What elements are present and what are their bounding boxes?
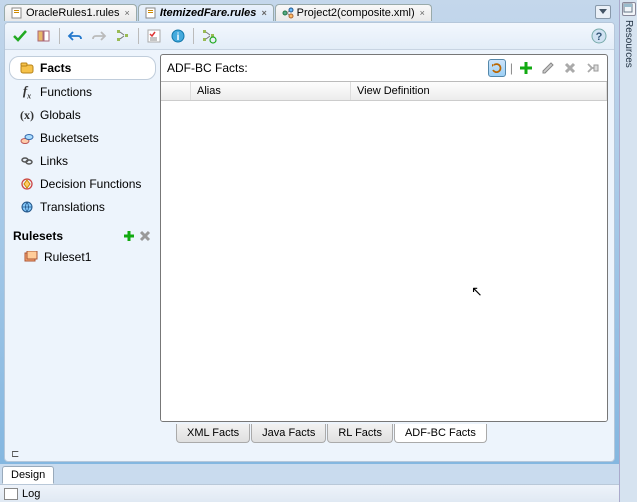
file-tabs: OracleRules1.rules × ItemizedFare.rules … [0,0,619,22]
redo-button[interactable] [90,27,108,45]
svg-text:i: i [177,32,180,43]
restore-dock-button[interactable] [622,2,636,16]
add-fact-button[interactable] [517,59,535,77]
edit-fact-button[interactable] [539,59,557,77]
facts-grid: Alias View Definition ↖ [161,81,607,421]
nav-item-translations[interactable]: Translations [9,196,156,218]
close-icon[interactable]: × [125,8,130,18]
rules-file-icon [145,7,157,19]
translations-icon [19,199,35,215]
ruleset-label: Ruleset1 [44,250,91,264]
nav-item-label: Functions [40,85,92,99]
toolbar-separator [59,28,60,44]
main-area: ADF-BC Facts: | [160,50,614,449]
globals-icon: (x) [19,107,35,123]
ruleset-icon [23,249,39,265]
toolbar-separator [138,28,139,44]
grid-row-handle-column[interactable] [161,82,191,100]
facts-icon [19,60,35,76]
info-button[interactable]: i [169,27,187,45]
mouse-cursor-icon: ↖ [471,283,483,300]
bucketsets-icon [19,130,35,146]
log-bar[interactable]: Log [0,484,619,502]
facts-type-tabs: XML Facts Java Facts RL Facts ADF-BC Fac… [160,424,614,449]
ruleset-item[interactable]: Ruleset1 [9,246,156,268]
nav-item-label: Decision Functions [40,177,141,191]
tab-xml-facts[interactable]: XML Facts [176,424,250,443]
rules-file-icon [11,7,23,19]
tree-button[interactable] [114,27,132,45]
status-indicator: ⊏ [5,449,614,461]
view-tabs: Design [0,464,619,484]
functions-icon: fx [19,84,35,100]
editor-panel: i ? Facts fx Func [4,22,615,462]
toolbar-separator [193,28,194,44]
links-icon [19,153,35,169]
delete-ruleset-button[interactable] [138,229,152,243]
refresh-facts-button[interactable] [488,59,506,77]
file-tab-itemizedfare[interactable]: ItemizedFare.rules × [138,4,274,21]
tab-adfbc-facts[interactable]: ADF-BC Facts [394,424,487,443]
nav-item-facts[interactable]: Facts [9,56,156,80]
validate-button[interactable] [11,27,29,45]
view-tab-design[interactable]: Design [2,466,54,484]
svg-text:?: ? [596,31,603,43]
column-view-definition[interactable]: View Definition [351,82,607,100]
facts-table-frame: ADF-BC Facts: | [160,54,608,422]
nav-item-label: Links [40,154,68,168]
toolbar-separator: | [510,61,513,75]
composite-file-icon [282,7,294,19]
close-icon[interactable]: × [261,8,266,18]
tab-list-dropdown[interactable] [595,5,611,19]
dictionary-button[interactable] [35,27,53,45]
file-tab-label: Project2(composite.xml) [297,7,415,19]
column-alias[interactable]: Alias [191,82,351,100]
file-tab-project2[interactable]: Project2(composite.xml) × [275,4,432,21]
grid-body[interactable]: ↖ [161,101,607,421]
check-list-button[interactable] [145,27,163,45]
nav-item-functions[interactable]: fx Functions [9,81,156,103]
undo-button[interactable] [66,27,84,45]
tab-java-facts[interactable]: Java Facts [251,424,326,443]
log-label: Log [22,488,40,500]
decision-functions-icon [19,176,35,192]
tab-rl-facts[interactable]: RL Facts [327,424,393,443]
refresh-tree-button[interactable] [200,27,218,45]
right-dock: Resources [619,0,637,502]
file-tab-label: ItemizedFare.rules [160,7,257,19]
nav-item-decision-functions[interactable]: Decision Functions [9,173,156,195]
nav-item-label: Bucketsets [40,131,99,145]
nav-item-links[interactable]: Links [9,150,156,172]
rulesets-section-header: Rulesets [9,225,156,245]
close-icon[interactable]: × [420,8,425,18]
editor-toolbar: i ? [5,23,614,50]
add-ruleset-button[interactable] [122,229,136,243]
dock-resources-label[interactable]: Resources [623,20,634,68]
left-nav: Facts fx Functions (x) Globals Bucketset… [5,50,160,449]
delete-fact-button[interactable] [561,59,579,77]
nav-item-label: Globals [40,108,81,122]
nav-item-bucketsets[interactable]: Bucketsets [9,127,156,149]
log-icon [4,488,18,500]
file-tab-oraclerules1[interactable]: OracleRules1.rules × [4,4,137,21]
section-label: Rulesets [13,229,63,243]
nav-item-label: Translations [40,200,105,214]
help-button[interactable]: ? [590,27,608,45]
facts-header-label: ADF-BC Facts: [167,61,248,75]
clear-facts-button[interactable] [583,59,601,77]
file-tab-label: OracleRules1.rules [26,7,120,19]
nav-item-label: Facts [40,61,71,75]
nav-item-globals[interactable]: (x) Globals [9,104,156,126]
